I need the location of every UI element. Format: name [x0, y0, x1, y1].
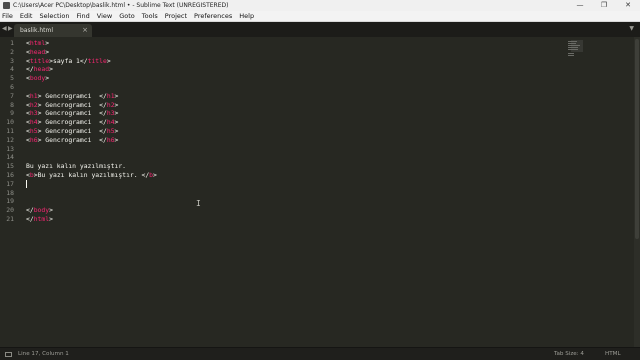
code-line[interactable]: <body>	[26, 74, 49, 83]
code-line[interactable]: </head>	[26, 65, 53, 74]
code-line[interactable]: </body>	[26, 206, 53, 215]
code-line[interactable]: <html>	[26, 39, 49, 48]
code-line[interactable]: <h1> Gencrogramci </h1>	[26, 92, 118, 101]
line-number: 8	[10, 100, 14, 109]
mouse-ibeam-cursor-icon: I	[196, 199, 201, 208]
line-number: 19	[6, 197, 14, 206]
menu-selection[interactable]: Selection	[36, 12, 73, 20]
window-title: C:\Users\Acer PC\Desktop\baslik.html • -…	[13, 2, 229, 9]
line-number: 10	[6, 118, 14, 127]
code-line[interactable]: Bu yazı kalın yazılmıştır.	[26, 162, 126, 171]
menu-goto[interactable]: Goto	[116, 12, 139, 20]
syntax-selector[interactable]: HTML	[605, 351, 621, 357]
line-number: 11	[6, 127, 14, 135]
line-number-gutter: 1 2 3 4 5 6 7 8 9 10 11 12 13 14 15 16 17 18 19 20 21	[0, 37, 24, 347]
line-number: 2	[10, 47, 14, 56]
tab-scroll-left-icon[interactable]: ◀	[2, 25, 7, 32]
menu-tools[interactable]: Tools	[138, 12, 161, 20]
status-bar: Line 17, Column 1 Tab Size: 4 HTML	[0, 347, 640, 360]
line-number: 7	[10, 91, 14, 100]
menu-edit[interactable]: Edit	[16, 12, 36, 20]
menu-bar: File Edit Selection Find View Goto Tools…	[0, 11, 640, 22]
minimap-line	[568, 45, 580, 46]
title-bar: C:\Users\Acer PC\Desktop\baslik.html • -…	[0, 0, 640, 11]
cursor-position: Line 17, Column 1	[18, 351, 69, 357]
code-line[interactable]: <b>Bu yazı kalın yazılmıştır. </b>	[26, 171, 157, 180]
tab-size-selector[interactable]: Tab Size: 4	[554, 351, 584, 357]
line-number: 4	[10, 65, 14, 74]
minimap-line	[568, 53, 574, 54]
tab-bar: ◀ ▶ baslik.html × ▼	[0, 22, 640, 37]
minimize-button[interactable]: —	[568, 0, 592, 11]
line-number: 15	[6, 162, 14, 171]
line-number: 20	[6, 206, 14, 215]
line-number: 17	[6, 179, 14, 188]
code-line[interactable]: <head>	[26, 48, 49, 57]
tab-scroll-right-icon[interactable]: ▶	[8, 25, 13, 32]
minimap-line	[568, 55, 574, 56]
menu-view[interactable]: View	[93, 12, 115, 20]
tab-list-dropdown-icon[interactable]: ▼	[629, 25, 634, 32]
menu-file[interactable]: File	[0, 12, 16, 20]
menu-preferences[interactable]: Preferences	[191, 12, 236, 20]
maximize-button[interactable]: ❐	[592, 0, 616, 11]
code-line[interactable]: </html>	[26, 215, 53, 224]
line-number: 1	[10, 39, 14, 47]
line-number: 9	[10, 109, 14, 118]
minimap[interactable]	[568, 38, 584, 58]
tab-close-icon[interactable]: ×	[82, 26, 88, 34]
line-number: 5	[10, 74, 14, 83]
minimap-line	[568, 41, 577, 42]
minimap-line	[568, 43, 576, 44]
code-line[interactable]: <title>sayfa 1</title>	[26, 57, 111, 66]
text-caret	[26, 180, 27, 189]
window-controls: — ❐ ✕	[568, 0, 640, 11]
line-number: 6	[10, 83, 14, 91]
minimap-line	[568, 47, 578, 48]
menu-project[interactable]: Project	[161, 12, 190, 20]
line-number: 21	[6, 215, 14, 223]
tab-baslik-html[interactable]: baslik.html ×	[14, 24, 92, 37]
line-number: 14	[6, 153, 14, 162]
code-editor[interactable]: 1 2 3 4 5 6 7 8 9 10 11 12 13 14 15 16 17 18 19 20 21 <html>…	[0, 37, 634, 347]
code-line[interactable]: <h3> Gencrogramci </h3>	[26, 109, 118, 118]
panel-toggle-icon[interactable]	[5, 352, 12, 357]
scrollbar-thumb[interactable]	[635, 39, 639, 239]
line-number: 18	[6, 188, 14, 197]
code-line[interactable]: <h2> Gencrogramci </h2>	[26, 101, 118, 110]
menu-find[interactable]: Find	[73, 12, 93, 20]
code-line[interactable]: <h6> Gencrogramci </h6>	[26, 136, 118, 145]
line-number: 12	[6, 135, 14, 144]
code-line[interactable]: <h4> Gencrogramci </h4>	[26, 118, 118, 127]
tab-label: baslik.html	[20, 27, 53, 34]
code-line[interactable]: <h5> Gencrogramci </h5>	[26, 127, 118, 136]
close-window-button[interactable]: ✕	[616, 0, 640, 11]
sublime-app-icon	[3, 2, 10, 9]
vertical-scrollbar[interactable]	[634, 37, 640, 347]
menu-help[interactable]: Help	[236, 12, 258, 20]
line-number: 3	[10, 56, 14, 65]
line-number: 13	[6, 144, 14, 153]
line-number: 16	[6, 171, 14, 179]
minimap-line	[568, 49, 578, 50]
